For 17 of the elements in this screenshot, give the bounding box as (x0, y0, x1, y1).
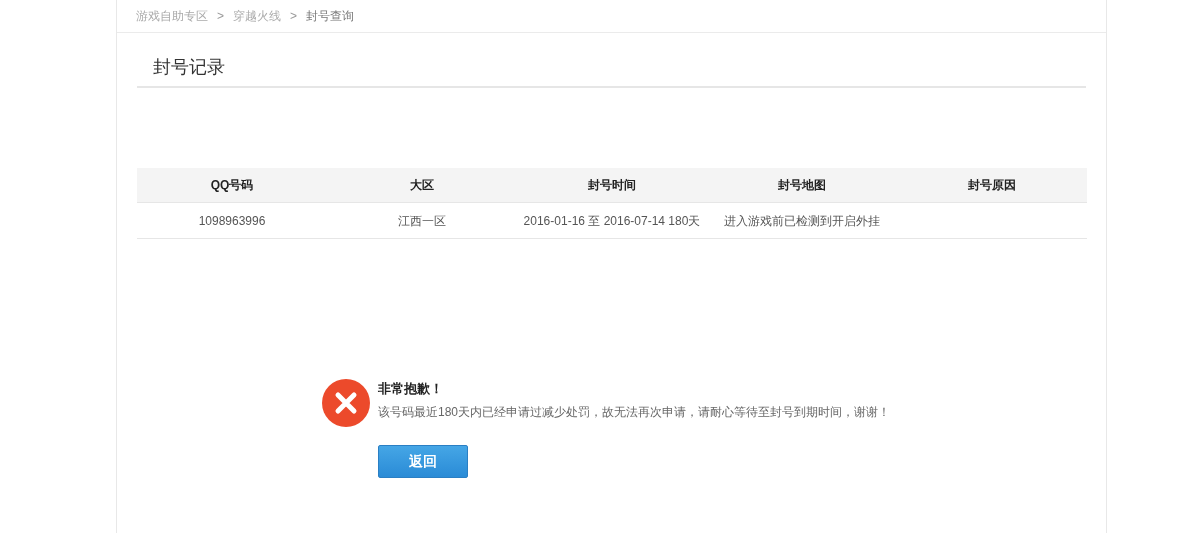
column-header: QQ号码 (137, 167, 327, 203)
message-text: 该号码最近180天内已经申请过减少处罚，故无法再次申请，请耐心等待至封号到期时间，谢谢！ (378, 403, 891, 421)
column-header: 封号原因 (897, 167, 1087, 203)
column-header: 封号地图 (707, 167, 897, 203)
table-cell: 2016-01-16 至 2016-07-14 180天 (517, 202, 707, 239)
message-title: 非常抱歉！ (378, 380, 444, 399)
column-header: 封号时间 (517, 167, 707, 203)
breadcrumb-link[interactable]: 穿越火线 (233, 7, 281, 25)
breadcrumb-separator: > (217, 8, 224, 25)
back-button[interactable]: 返回 (378, 444, 468, 478)
breadcrumb-separator: > (290, 8, 298, 25)
table-cell: 1098963996 (137, 202, 327, 239)
section-title: 封号记录 (137, 57, 1086, 88)
column-header: 大区 (327, 167, 517, 203)
table-cell: 进入游戏前已检测到开启外挂 (707, 202, 897, 239)
table-cell: 江西一区 (327, 202, 517, 239)
breadcrumb-link[interactable]: 游戏自助专区 (136, 7, 208, 25)
